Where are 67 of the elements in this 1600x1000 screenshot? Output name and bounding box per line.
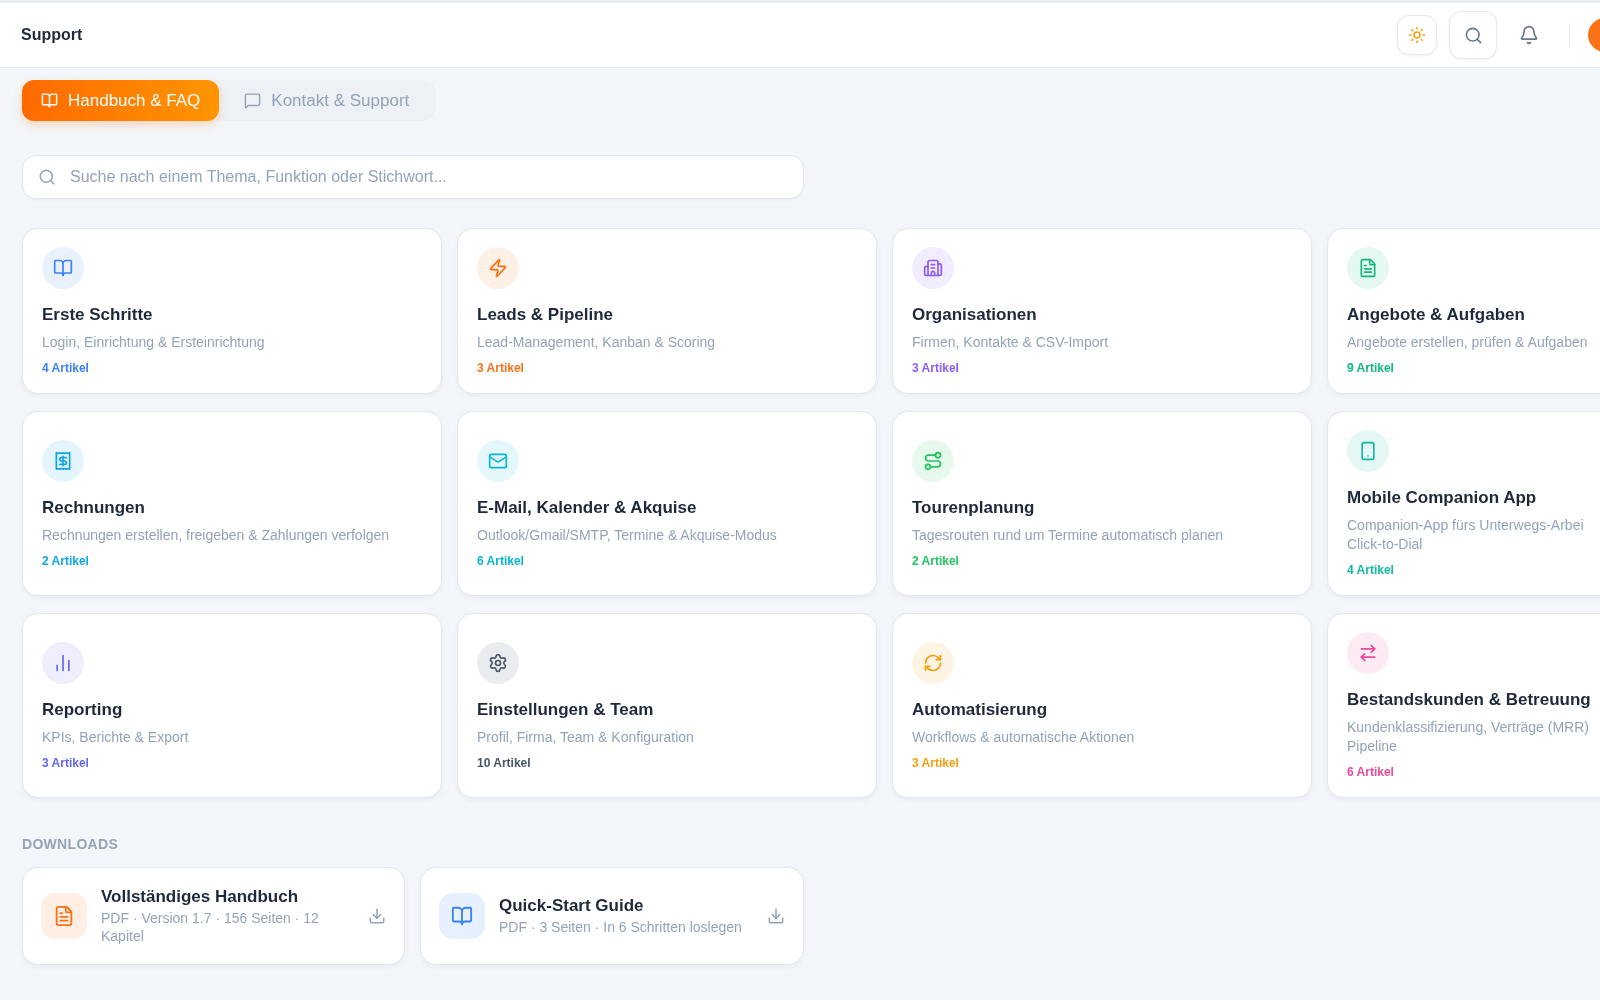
sun-icon [1408, 26, 1426, 44]
article-count: 2 Artikel [912, 553, 960, 568]
bell-icon [1519, 25, 1539, 45]
category-card[interactable]: Organisationen Firmen, Kontakte & CSV-Import 3 Artikel [892, 228, 1312, 394]
article-count: 4 Artikel [1347, 563, 1395, 577]
category-title: Organisationen [912, 305, 1038, 325]
download-meta: PDF · 3 Seiten · In 6 Schritten loslegen [499, 918, 743, 936]
download-button[interactable] [368, 907, 386, 925]
category-description: Outlook/Gmail/SMTP, Termine & Akquise-Modus [477, 525, 778, 545]
category-title: Automatisierung [912, 699, 1049, 720]
category-title: Rechnungen [42, 497, 146, 518]
category-description: Login, Einrichtung & Ersteinrichtung [42, 333, 266, 352]
download-card[interactable]: Vollständiges Handbuch PDF · Version 1.7 · 156 Seiten · 12 Kapitel [22, 867, 405, 965]
category-card[interactable]: Angebote & Aufgaben Angebote erstellen, prüfen & Aufgaben 9 Artikel [1327, 228, 1600, 394]
download-button[interactable] [767, 907, 785, 925]
search-field[interactable]: Suche nach einem Thema, Funktion oder Stichwort... [22, 155, 804, 199]
category-description: Tagesrouten rund um Termine automatisch planen [912, 525, 1225, 545]
search-icon [38, 168, 56, 186]
section-heading: DOWNLOADS [22, 836, 120, 852]
category-description: Rechnungen erstellen, freigeben & Zahlungen verfolgen [42, 525, 391, 545]
category-card[interactable]: Reporting KPIs, Berichte & Export 3 Artikel [22, 613, 442, 798]
category-description: Lead-Management, Kanban & Scoring [477, 333, 717, 352]
open-book-icon [41, 92, 58, 109]
article-count: 10 Artikel [477, 755, 532, 770]
category-card[interactable]: Mobile Companion App Companion-App fürs Unterwegs-Arbei Click-to-Dial 4 Artikel [1327, 411, 1600, 596]
category-description: Companion-App fürs Unterwegs-Arbei Click-to-Dial [1347, 516, 1585, 554]
category-card[interactable]: E-Mail, Kalender & Akquise Outlook/Gmail/SMTP, Termine & Akquise-Modus 6 Artikel [457, 411, 877, 596]
category-card[interactable]: Rechnungen Rechnungen erstellen, freigeben & Zahlungen verfolgen 2 Artikel [22, 411, 442, 596]
category-title: Erste Schritte [42, 305, 154, 325]
download-meta: PDF · Version 1.7 · 156 Seiten · 12 Kapitel [101, 909, 320, 945]
article-count: 3 Artikel [477, 361, 525, 375]
article-count: 6 Artikel [477, 553, 525, 568]
article-count: 3 Artikel [912, 755, 960, 770]
article-count: 3 Artikel [912, 361, 960, 375]
category-card[interactable]: Leads & Pipeline Lead-Management, Kanban & Scoring 3 Artikel [457, 228, 877, 394]
category-title: Bestandskunden & Betreuung [1347, 690, 1592, 710]
category-card[interactable]: Einstellungen & Team Profil, Firma, Team & Konfiguration 10 Artikel [457, 613, 877, 798]
category-title: Leads & Pipeline [477, 305, 615, 325]
search-icon [1463, 25, 1483, 45]
article-count: 2 Artikel [42, 553, 90, 568]
category-card[interactable]: Tourenplanung Tagesrouten rund um Termine automatisch planen 2 Artikel [892, 411, 1312, 596]
category-card[interactable]: Bestandskunden & Betreuung Kundenklassifizierung, Verträge (MRR) Pipeline 6 Artikel [1327, 613, 1600, 798]
category-card[interactable]: Automatisierung Workflows & automatische Aktionen 3 Artikel [892, 613, 1312, 798]
category-title: Angebote & Aufgaben [1347, 305, 1526, 325]
download-card[interactable]: Quick-Start Guide PDF · 3 Seiten · In 6 Schritten loslegen [420, 867, 804, 965]
download-title: Vollständiges Handbuch [101, 887, 300, 907]
category-description: Profil, Firma, Team & Konfiguration [477, 727, 695, 747]
category-description: Kundenklassifizierung, Verträge (MRR) Pipeline [1347, 718, 1590, 756]
article-count: 9 Artikel [1347, 361, 1395, 375]
article-count: 3 Artikel [42, 755, 90, 770]
category-description: Firmen, Kontakte & CSV-Import [912, 333, 1110, 352]
category-title: Einstellungen & Team [477, 699, 655, 720]
category-title: Tourenplanung [912, 497, 1036, 518]
article-count: 6 Artikel [1347, 765, 1395, 779]
category-title: Reporting [42, 699, 124, 720]
download-title: Quick-Start Guide [499, 896, 645, 916]
category-description: KPIs, Berichte & Export [42, 727, 190, 747]
chat-bubble-icon [244, 92, 262, 109]
category-description: Angebote erstellen, prüfen & Aufgaben [1347, 333, 1589, 352]
category-title: E-Mail, Kalender & Akquise [477, 497, 698, 518]
category-card[interactable]: Erste Schritte Login, Einrichtung & Ersteinrichtung 4 Artikel [22, 228, 442, 394]
category-title: Mobile Companion App [1347, 488, 1538, 508]
category-description: Workflows & automatische Aktionen [912, 727, 1136, 747]
search-button[interactable] [1449, 11, 1497, 59]
page-title: Support [21, 26, 84, 44]
theme-toggle-button[interactable] [1397, 15, 1437, 55]
article-count: 4 Artikel [42, 361, 90, 375]
